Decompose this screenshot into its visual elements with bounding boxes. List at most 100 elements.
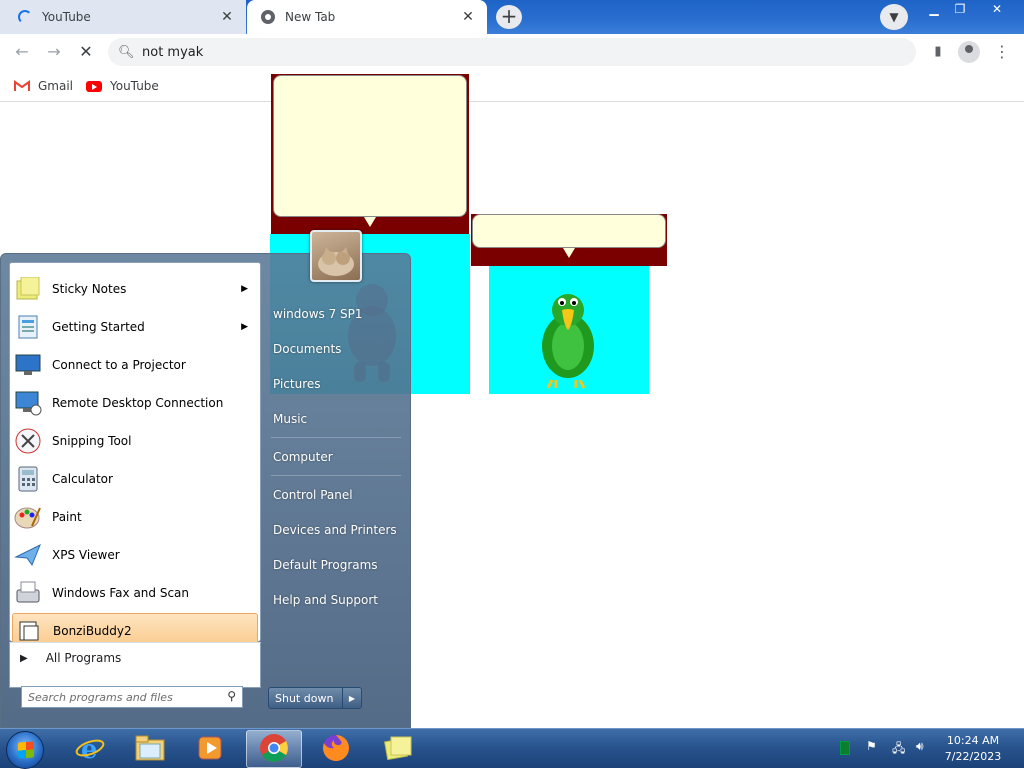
- paint-palette-icon: [12, 501, 44, 533]
- all-programs-button[interactable]: ▶ All Programs: [20, 651, 121, 665]
- remote-desktop-icon: [12, 387, 44, 419]
- back-arrow-icon[interactable]: ←: [10, 40, 34, 64]
- speech-bubble-tail: [563, 248, 575, 258]
- start-item-label: Remote Desktop Connection: [52, 396, 224, 410]
- new-tab-button[interactable]: +: [496, 5, 522, 29]
- start-item-getting-started[interactable]: Getting Started ▶: [12, 309, 258, 345]
- sticky-notes-icon: [12, 273, 44, 305]
- file-explorer-icon: [134, 734, 166, 765]
- restore-window-icon[interactable]: ❐: [946, 0, 974, 20]
- address-bar[interactable]: 🔍︎ not myak: [108, 38, 916, 66]
- clock-time: 10:24 AM: [946, 734, 1000, 747]
- stop-loading-icon[interactable]: ✕: [74, 40, 98, 64]
- start-right-default-programs[interactable]: Default Programs: [273, 558, 378, 572]
- expand-arrow-icon: ▶: [20, 652, 28, 664]
- sticky-notes-taskbar-icon: [383, 734, 413, 765]
- taskbar-sticky-notes[interactable]: [370, 730, 426, 768]
- shutdown-button[interactable]: Shut down ▶: [268, 687, 362, 709]
- address-bar-text: not myak: [142, 44, 204, 60]
- start-item-label: Snipping Tool: [52, 434, 132, 448]
- search-placeholder: Search programs and files: [28, 690, 173, 704]
- all-programs-area: ▶ All Programs: [9, 642, 261, 688]
- start-item-fax-scan[interactable]: Windows Fax and Scan: [12, 575, 258, 611]
- tray-app-icon[interactable]: [840, 741, 850, 755]
- getting-started-icon: [12, 311, 44, 343]
- search-icon: ⚲: [227, 689, 236, 703]
- browser-tab-strip: YouTube ✕ New Tab ✕ + ▼ ▁ ❐ ✕: [0, 0, 1024, 34]
- start-right-user[interactable]: windows 7 SP1: [273, 307, 363, 321]
- action-center-flag-icon[interactable]: ⚑: [866, 739, 877, 753]
- all-programs-label: All Programs: [45, 651, 122, 665]
- bookmarks-bar: Gmail YouTube: [0, 70, 1024, 102]
- start-item-label: Paint: [52, 510, 82, 524]
- forward-arrow-icon[interactable]: →: [42, 40, 66, 64]
- taskbar-clock[interactable]: 10:24 AM 7/22/2023: [936, 733, 1010, 765]
- taskbar-chrome[interactable]: [246, 730, 302, 768]
- start-item-connect-projector[interactable]: Connect to a Projector: [12, 347, 258, 383]
- start-orb-windows-icon[interactable]: [6, 731, 44, 769]
- youtube-icon: [86, 80, 102, 92]
- start-item-label: Getting Started: [52, 320, 145, 334]
- start-right-control-panel[interactable]: Control Panel: [273, 488, 353, 502]
- tab-title: New Tab: [285, 10, 336, 24]
- chrome-icon: [259, 733, 289, 766]
- chrome-newtab-icon: [261, 10, 275, 24]
- start-item-calculator[interactable]: Calculator: [12, 461, 258, 497]
- start-item-sticky-notes[interactable]: Sticky Notes ▶: [12, 271, 258, 307]
- volume-icon[interactable]: 🔊︎: [916, 739, 924, 754]
- minimize-window-icon[interactable]: ▁: [920, 0, 948, 20]
- taskbar-internet-explorer[interactable]: e: [62, 730, 118, 768]
- kebab-menu-icon[interactable]: ⋮: [992, 42, 1012, 62]
- bookmark-label: Gmail: [38, 79, 74, 93]
- projector-icon: [12, 349, 44, 381]
- start-item-label: Windows Fax and Scan: [52, 586, 190, 600]
- start-item-xps-viewer[interactable]: XPS Viewer: [12, 537, 258, 573]
- scissors-icon: [12, 425, 44, 457]
- start-right-pictures[interactable]: Pictures: [273, 377, 321, 391]
- start-search-input[interactable]: Search programs and files ⚲: [21, 686, 243, 708]
- start-right-music[interactable]: Music: [273, 412, 307, 426]
- tab-new-tab[interactable]: New Tab ✕: [247, 0, 487, 34]
- shutdown-options-arrow-icon[interactable]: ▶: [343, 688, 361, 708]
- close-tab-icon[interactable]: ✕: [459, 8, 477, 26]
- start-item-label: BonziBuddy2: [53, 624, 132, 638]
- submenu-arrow-icon: ▶: [241, 284, 248, 294]
- taskbar-firefox[interactable]: [308, 730, 364, 768]
- start-item-snipping-tool[interactable]: Snipping Tool: [12, 423, 258, 459]
- start-menu: Sticky Notes ▶ Getting Started ▶ Connect…: [0, 230, 411, 728]
- start-right-documents[interactable]: Documents: [273, 342, 341, 356]
- bookmark-label: YouTube: [110, 79, 159, 93]
- submenu-arrow-icon: ▶: [241, 322, 248, 332]
- tab-title: YouTube: [42, 10, 91, 24]
- bookmark-youtube[interactable]: YouTube: [86, 76, 159, 96]
- start-right-help-support[interactable]: Help and Support: [273, 593, 378, 607]
- browser-toolbar: ← → ✕ 🔍︎ not myak ▮ ⋮: [0, 34, 1024, 70]
- close-tab-icon[interactable]: ✕: [218, 8, 236, 26]
- tab-search-chevron-icon[interactable]: ▼: [880, 4, 908, 30]
- menu-separator: [271, 437, 401, 438]
- start-right-computer[interactable]: Computer: [273, 450, 333, 464]
- xps-viewer-icon: [12, 539, 44, 571]
- pinned-programs-pane: Sticky Notes ▶ Getting Started ▶ Connect…: [9, 262, 261, 649]
- media-player-icon: [196, 734, 224, 765]
- speech-bubble-tail: [364, 217, 376, 227]
- green-parrot-icon: [530, 288, 606, 392]
- taskbar-media-player[interactable]: [182, 730, 238, 768]
- network-icon[interactable]: 🖧︎: [892, 739, 905, 760]
- user-picture-kitten-icon[interactable]: [310, 230, 362, 282]
- clock-date: 7/22/2023: [944, 750, 1002, 763]
- profile-avatar-icon[interactable]: [958, 41, 980, 63]
- taskbar-file-explorer[interactable]: [122, 730, 178, 768]
- tab-youtube[interactable]: YouTube ✕: [0, 0, 246, 34]
- start-item-label: XPS Viewer: [52, 548, 120, 562]
- close-window-icon[interactable]: ✕: [974, 0, 1020, 20]
- start-item-remote-desktop[interactable]: Remote Desktop Connection: [12, 385, 258, 421]
- search-icon: 🔍︎: [118, 44, 135, 60]
- side-panel-icon[interactable]: ▮: [928, 42, 948, 62]
- windows-taskbar: e ⚑ 🖧︎ 🔊︎ 10:24 AM 7/22/2023: [0, 728, 1024, 769]
- start-right-devices-printers[interactable]: Devices and Printers: [273, 523, 397, 537]
- start-item-paint[interactable]: Paint: [12, 499, 258, 535]
- fax-icon: [12, 577, 44, 609]
- bookmark-gmail[interactable]: Gmail: [14, 76, 73, 96]
- firefox-icon: [321, 733, 351, 766]
